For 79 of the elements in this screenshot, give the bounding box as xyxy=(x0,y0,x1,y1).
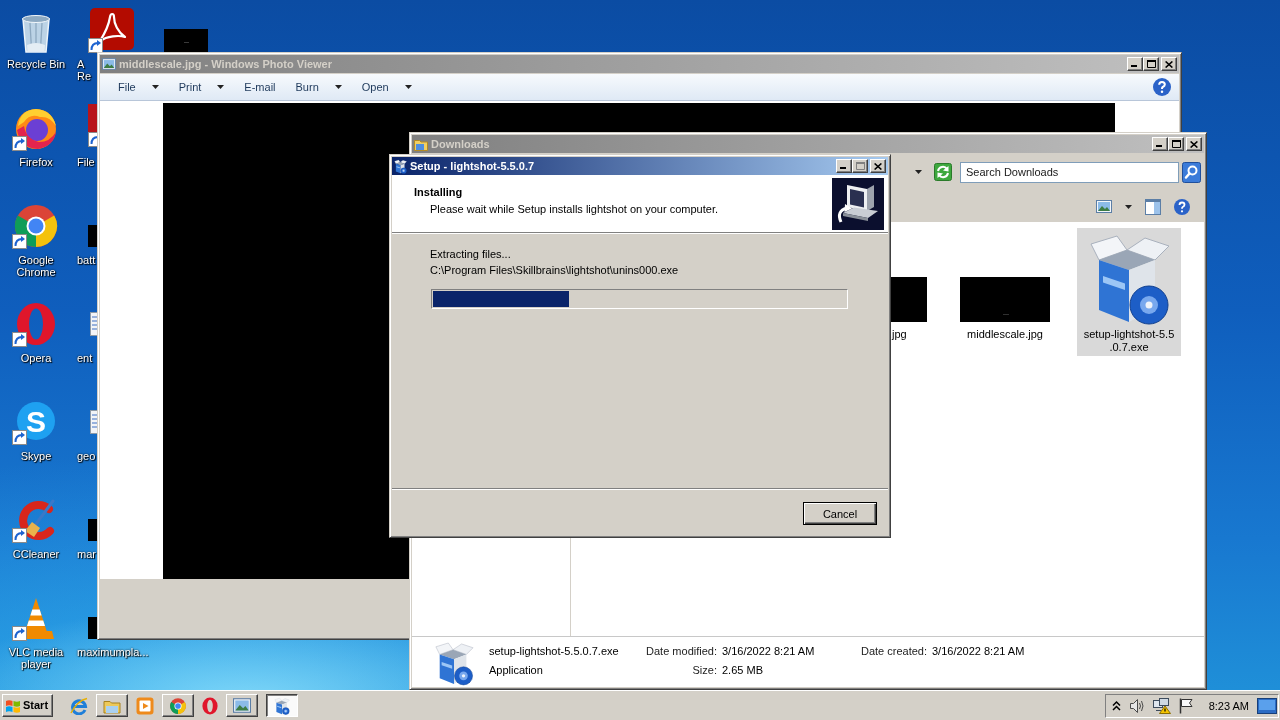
search-field[interactable]: Search Downloads xyxy=(960,161,1179,183)
opera-icon[interactable] xyxy=(202,696,218,715)
taskbar-button[interactable] xyxy=(266,694,298,717)
picture-icon xyxy=(233,698,251,713)
file-item[interactable]: middlescale.jpg xyxy=(953,228,1057,343)
flag-icon[interactable] xyxy=(1178,697,1193,714)
window-title: Setup - lightshot-5.5.0.7 xyxy=(410,159,536,174)
help-icon[interactable] xyxy=(1174,198,1190,215)
installer-icon xyxy=(274,696,290,715)
property-value: 2.65 MB xyxy=(722,663,764,678)
cancel-button[interactable]: Cancel xyxy=(803,502,877,525)
windows-flag-icon xyxy=(5,698,21,713)
help-icon[interactable] xyxy=(1153,78,1171,96)
browser-icon[interactable] xyxy=(70,696,88,715)
desktop-icon-label[interactable]: CCleaner xyxy=(0,548,72,560)
start-button[interactable]: Start xyxy=(2,694,53,717)
desktop-icon-label[interactable]: Recycle Bin xyxy=(0,58,72,70)
desktop-icon-label[interactable]: mar xyxy=(76,548,96,560)
desktop-icon-label[interactable]: Firefox xyxy=(0,156,72,168)
page-description: Please wait while Setup installs lightshot on your computer. xyxy=(430,202,718,216)
refresh-icon[interactable] xyxy=(934,163,952,181)
file-type: Application xyxy=(489,663,544,678)
desktop-icon-label[interactable]: batt xyxy=(76,254,96,266)
image-thumbnail[interactable] xyxy=(164,29,208,52)
play-icon[interactable] xyxy=(136,696,154,715)
title-bar[interactable]: Setup - lightshot-5.5.0.7 xyxy=(392,157,888,175)
page-heading: Installing xyxy=(414,185,464,199)
window-title: Downloads xyxy=(431,137,491,152)
menu-button[interactable]: Open xyxy=(355,76,418,98)
minimize-button[interactable] xyxy=(836,159,852,173)
chrome-icon xyxy=(169,696,187,715)
image-thumbnail[interactable] xyxy=(88,519,98,541)
property-value: 3/16/2022 8:21 AM xyxy=(932,644,1026,659)
menu-button[interactable]: E-mail xyxy=(238,76,282,98)
property-value: 3/16/2022 8:21 AM xyxy=(722,644,816,659)
folder-icon xyxy=(414,137,428,151)
window-title: middlescale.jpg - Windows Photo Viewer xyxy=(119,57,333,72)
menu-button[interactable]: Burn xyxy=(289,76,348,98)
desktop-icon-label[interactable]: Google Chrome xyxy=(0,254,72,278)
caret-icon xyxy=(151,85,159,89)
chevron-up-icon[interactable] xyxy=(1111,700,1121,711)
property-label: Date created: xyxy=(859,644,927,659)
caret-icon[interactable] xyxy=(1125,204,1132,209)
status-text: Extracting files... xyxy=(430,247,512,262)
picture-icon xyxy=(102,58,116,70)
desktop-icon-label[interactable]: ent xyxy=(76,352,93,364)
view-icon[interactable] xyxy=(1096,200,1112,213)
chrome-icon[interactable] xyxy=(12,202,60,250)
network-warning-icon[interactable] xyxy=(1152,697,1171,714)
image-thumbnail[interactable] xyxy=(88,617,98,639)
file-item[interactable]: setup-lightshot-5.5.0.7.exe xyxy=(1077,228,1181,356)
preview-pane-icon[interactable] xyxy=(1145,198,1161,215)
file-name: setup-lightshot-5.5.0.7.exe xyxy=(1083,328,1175,354)
file-name: .jpg xyxy=(889,328,907,341)
caret-icon xyxy=(404,85,412,89)
clock-time[interactable]: 8:23 AM xyxy=(1208,699,1249,712)
file-path: C:\Program Files\Skillbrains\lightshot\unins000.exe xyxy=(430,263,680,278)
caret-icon[interactable] xyxy=(915,170,922,174)
desktop-icon-label[interactable]: A Re xyxy=(76,58,92,82)
show-desktop-icon[interactable] xyxy=(1257,697,1277,714)
caret-icon xyxy=(217,85,225,89)
property-label: Date modified: xyxy=(645,644,717,659)
desktop-icon-label[interactable]: Opera xyxy=(0,352,72,364)
file-name: setup-lightshot-5.5.0.7.exe xyxy=(489,644,620,659)
menu-button[interactable]: File xyxy=(112,76,165,98)
menu-button[interactable]: Print xyxy=(172,76,231,98)
image-thumbnail xyxy=(889,277,927,322)
file-item[interactable]: .jpg xyxy=(889,228,933,343)
close-button[interactable] xyxy=(870,159,886,173)
caret-icon xyxy=(334,85,342,89)
speaker-icon[interactable] xyxy=(1128,697,1145,714)
image-thumbnail[interactable] xyxy=(88,225,98,247)
search-icon[interactable] xyxy=(1182,161,1201,183)
desktop-icon-label[interactable]: Skype xyxy=(0,450,72,462)
property-label: Size: xyxy=(691,663,717,678)
desktop-icon-label[interactable]: geo xyxy=(76,450,96,462)
file-name: middlescale.jpg xyxy=(966,328,1044,341)
desktop-icon-label[interactable]: File xyxy=(76,156,95,168)
swirl-logo-icon[interactable] xyxy=(88,6,136,54)
